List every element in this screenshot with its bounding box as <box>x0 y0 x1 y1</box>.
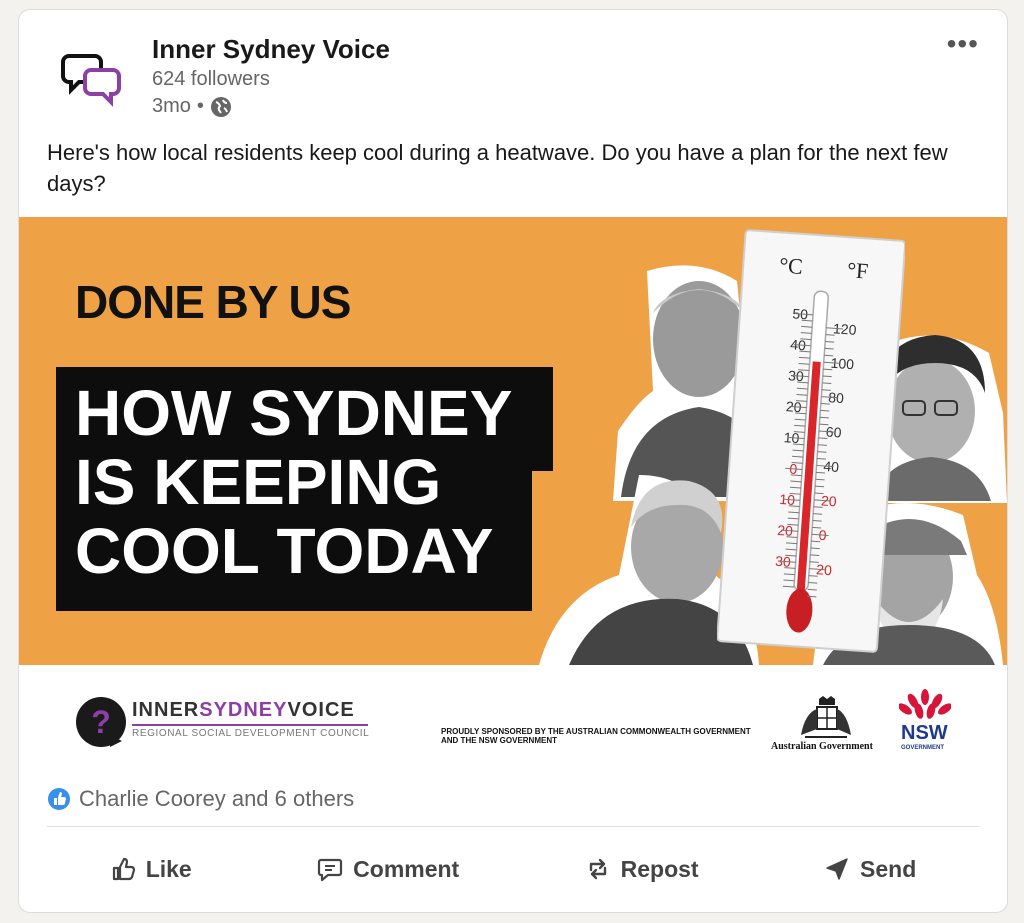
fahrenheit-tick-mark <box>819 416 829 419</box>
post-image[interactable]: DONE BY US HOW SYDNEY IS KEEPING COOL TO… <box>19 217 1007 665</box>
repost-button[interactable]: Repost <box>571 848 713 891</box>
fahrenheit-tick-mark <box>822 375 832 378</box>
repost-icon <box>589 858 606 880</box>
globe-icon <box>210 96 231 117</box>
fahrenheit-tick-mark <box>815 478 825 481</box>
fahrenheit-tick-mark <box>813 513 823 515</box>
sponsorship-note: PROUDLY SPONSORED BY THE AUSTRALIAN COMM… <box>441 727 751 745</box>
thumbs-up-icon <box>112 857 135 881</box>
fahrenheit-tick-mark <box>818 437 828 440</box>
fahrenheit-tick-label: 120 <box>833 320 858 338</box>
svg-text:?: ? <box>91 704 111 740</box>
fahrenheit-tick-mark <box>810 547 820 550</box>
fahrenheit-tick-mark <box>808 581 818 584</box>
separator-dot: • <box>196 95 204 117</box>
isv-wordmark-part: INNER <box>132 699 200 721</box>
coat-of-arms-icon <box>801 696 851 738</box>
fahrenheit-tick-mark <box>825 341 835 343</box>
isv-badge-icon: ? <box>76 697 126 747</box>
isv-underline <box>132 724 368 726</box>
post-body-text: Here's how local residents keep cool dur… <box>47 140 948 196</box>
fahrenheit-tick-mark <box>817 451 827 453</box>
feed-post-card: Inner Sydney Voice 624 followers 3mo • •… <box>18 9 1008 913</box>
fahrenheit-tick-mark <box>812 520 822 522</box>
fahrenheit-tick-mark <box>815 485 825 488</box>
headline-line: COOL TODAY <box>75 515 494 587</box>
more-options-button[interactable]: ••• <box>947 28 979 60</box>
waratah-icon <box>899 689 951 719</box>
post-timestamp: 3mo • <box>152 95 232 118</box>
author-name[interactable]: Inner Sydney Voice <box>152 34 390 65</box>
isv-wordmark: INNERSYDNEYVOICE <box>132 699 355 722</box>
fahrenheit-tick-mark <box>817 444 827 446</box>
send-icon <box>826 858 848 880</box>
social-divider <box>47 826 979 827</box>
fahrenheit-tick-label: 100 <box>830 355 855 373</box>
sponsor-strip: ? INNERSYDNEYVOICE REGIONAL SOCIAL DEVEL… <box>19 665 1007 775</box>
isv-tagline: REGIONAL SOCIAL DEVELOPMENT COUNCIL <box>132 728 370 739</box>
send-label: Send <box>860 855 917 882</box>
headline-line: HOW SYDNEY <box>75 377 513 449</box>
like-button[interactable]: Like <box>96 848 206 891</box>
fahrenheit-label: °F <box>846 257 869 283</box>
comment-button[interactable]: Comment <box>303 848 473 891</box>
fahrenheit-tick-mark <box>810 554 820 557</box>
send-button[interactable]: Send <box>810 848 930 891</box>
nsw-government-label: GOVERNMENT <box>901 745 945 751</box>
like-reaction-icon <box>48 788 70 810</box>
fahrenheit-tick-mark <box>824 347 834 350</box>
like-label: Like <box>145 855 192 882</box>
fahrenheit-tick-mark <box>813 506 823 508</box>
isv-wordmark-part: SYDNEY <box>199 699 288 721</box>
fahrenheit-tick-mark <box>820 402 830 405</box>
nsw-wordmark: NSW <box>901 722 948 744</box>
comment-label: Comment <box>353 855 460 882</box>
fahrenheit-tick-mark <box>816 471 826 474</box>
thermometer-graphic: °C °F 50403020100102030 1201008060402002… <box>717 229 905 653</box>
fahrenheit-tick-mark <box>825 334 835 336</box>
fahrenheit-tick-mark <box>808 575 818 577</box>
reaction-summary[interactable]: Charlie Coorey and 6 others <box>47 786 354 812</box>
fahrenheit-tick-mark <box>823 368 833 371</box>
comment-icon <box>318 858 343 882</box>
social-action-bar: Like Comment Repost Send <box>47 836 979 902</box>
post-age: 3mo <box>152 95 191 117</box>
fahrenheit-tick-mark <box>822 382 832 384</box>
fahrenheit-tick-mark <box>811 540 821 543</box>
follower-count: 624 followers <box>152 68 270 90</box>
reaction-count-text: Charlie Coorey and 6 others <box>79 786 355 811</box>
celsius-label: °C <box>779 252 804 279</box>
repost-label: Repost <box>620 855 699 882</box>
banner-kicker: DONE BY US <box>75 276 351 328</box>
fahrenheit-tick-mark <box>807 588 817 591</box>
australian-government-label: Australian Government <box>771 741 873 752</box>
fahrenheit-tick-mark <box>820 409 830 412</box>
isv-wordmark-part: VOICE <box>287 699 355 721</box>
banner-headline: HOW SYDNEY IS KEEPING COOL TODAY <box>75 379 512 586</box>
fahrenheit-tick-mark <box>807 595 817 598</box>
headline-line: IS KEEPING <box>75 446 442 518</box>
author-logo[interactable] <box>61 44 127 110</box>
